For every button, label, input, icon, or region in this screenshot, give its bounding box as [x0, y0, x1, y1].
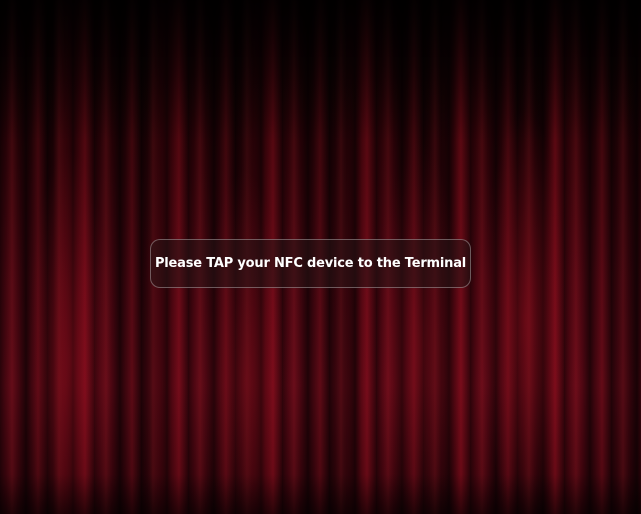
nfc-prompt-box: Please TAP your NFC device to the Termin… — [150, 239, 471, 288]
top-shadow — [0, 0, 641, 140]
bottom-shadow — [0, 474, 641, 514]
nfc-terminal-screen: Please TAP your NFC device to the Termin… — [0, 0, 641, 514]
nfc-prompt-message: Please TAP your NFC device to the Termin… — [154, 256, 467, 271]
